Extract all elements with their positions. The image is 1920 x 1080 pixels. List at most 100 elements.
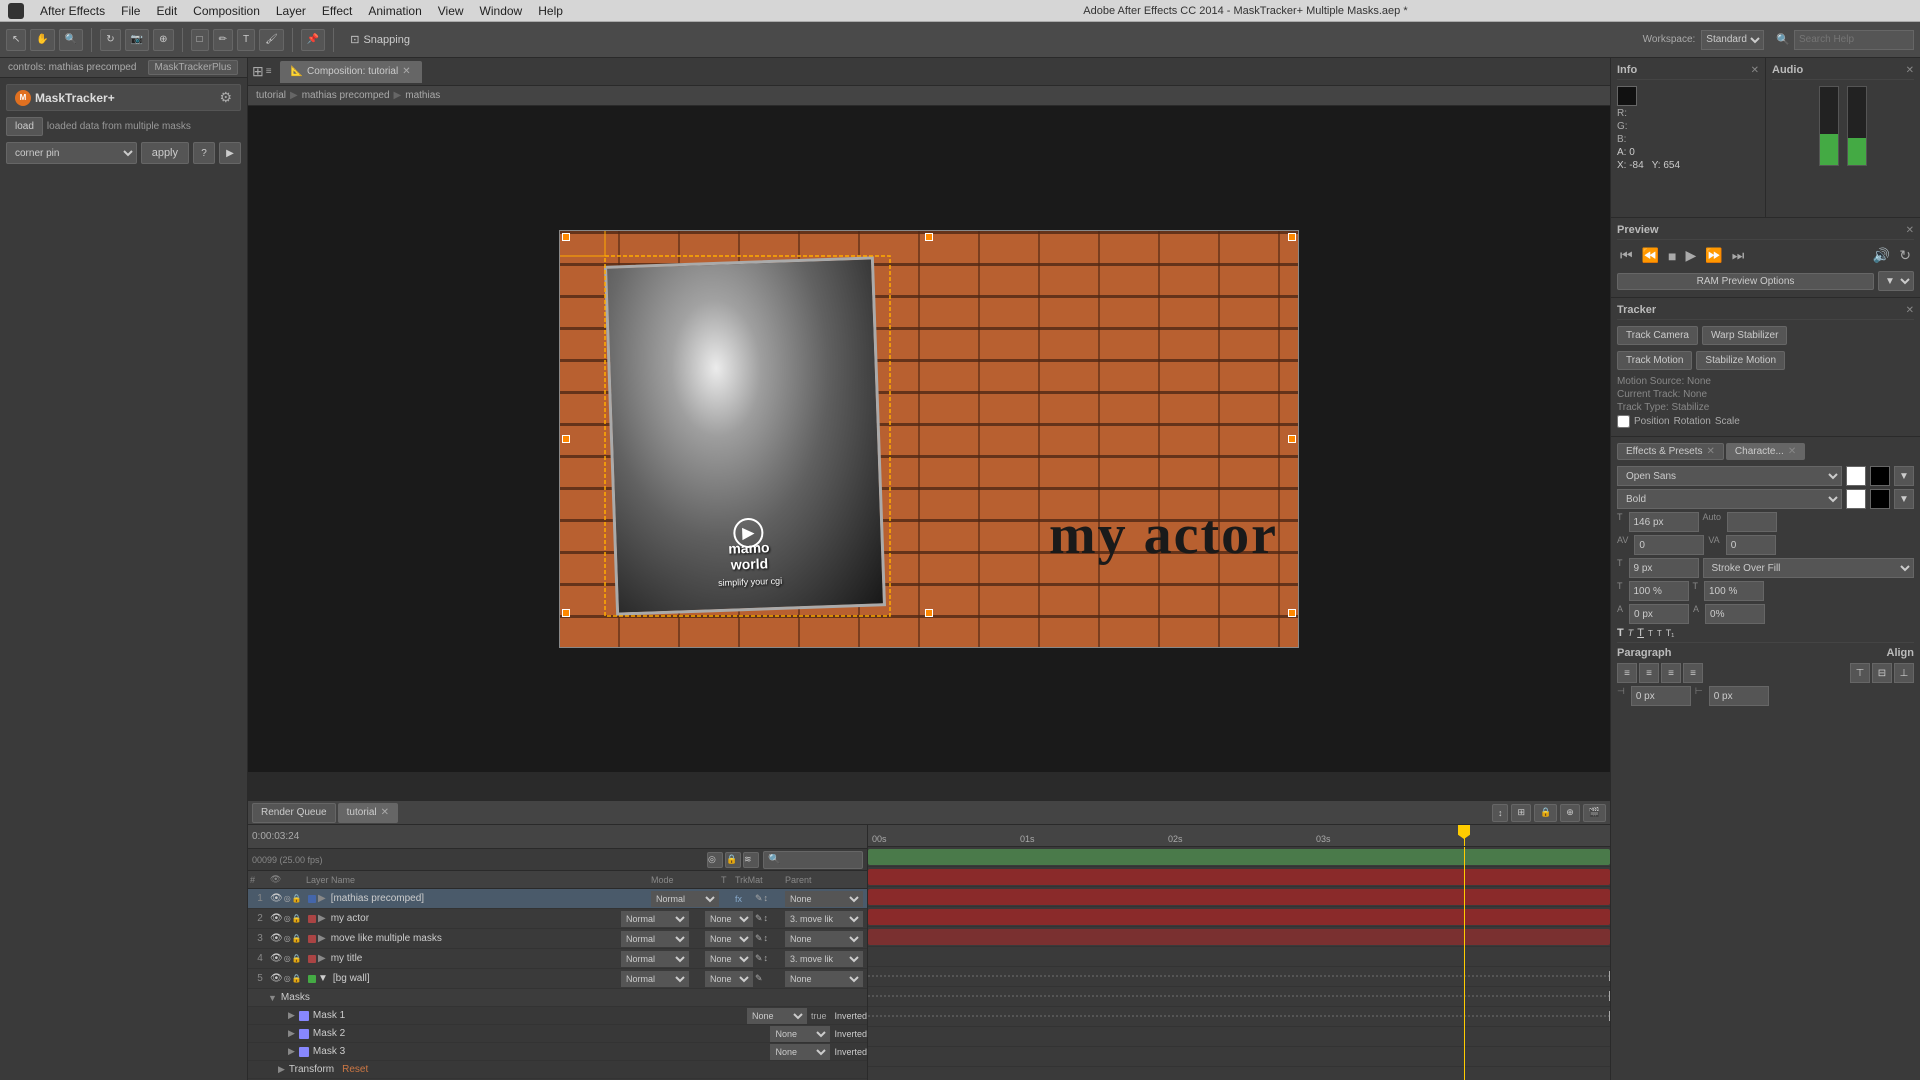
font-size-input[interactable]: 146 px bbox=[1629, 512, 1699, 532]
comp-tab-close[interactable]: ✕ bbox=[402, 66, 410, 77]
tl-control-3[interactable]: 🔒 bbox=[1534, 804, 1557, 822]
indent-left-input[interactable] bbox=[1631, 686, 1691, 706]
layer-1-pencil[interactable]: ✎ bbox=[755, 893, 763, 904]
composition-tab[interactable]: 📐 Composition: tutorial ✕ bbox=[280, 61, 422, 83]
stabilize-motion-button[interactable]: Stabilize Motion bbox=[1696, 351, 1785, 370]
position-check[interactable] bbox=[1617, 415, 1630, 428]
layer-4-solo[interactable]: ◎ bbox=[284, 954, 291, 963]
audio-panel-close[interactable]: ✕ bbox=[1906, 65, 1914, 76]
preview-panel-close[interactable]: ✕ bbox=[1906, 225, 1914, 236]
effects-tab-close[interactable]: ✕ bbox=[1707, 446, 1715, 457]
preview-next-frame[interactable]: ⏩ bbox=[1702, 246, 1725, 265]
menu-help[interactable]: Help bbox=[538, 4, 563, 18]
align-bot-btn[interactable]: ⊥ bbox=[1894, 663, 1914, 683]
h-scale-input[interactable] bbox=[1629, 581, 1689, 601]
layer-5-expand[interactable]: ▼ bbox=[318, 973, 328, 984]
layer-3-solo[interactable]: ◎ bbox=[284, 934, 291, 943]
preview-loop-icon[interactable]: ↻ bbox=[1896, 246, 1914, 265]
character-tab[interactable]: Characte... ✕ bbox=[1726, 443, 1805, 460]
hand-tool[interactable]: ✋ bbox=[30, 29, 54, 51]
corner-handle-rc[interactable] bbox=[1288, 435, 1296, 443]
mask-3-mode-select[interactable]: None bbox=[770, 1044, 830, 1060]
anchor-tool[interactable]: ⊕ bbox=[153, 29, 173, 51]
warp-stabilizer-button[interactable]: Warp Stabilizer bbox=[1702, 326, 1787, 345]
corner-handle-bl[interactable] bbox=[562, 609, 570, 617]
tt-icon-2[interactable]: T bbox=[1628, 628, 1634, 638]
text-tool[interactable]: T bbox=[237, 29, 255, 51]
layer-2-trk-select[interactable]: None bbox=[705, 911, 753, 927]
layer-search-input[interactable] bbox=[763, 851, 863, 869]
layer-2-lock[interactable]: 🔒 bbox=[292, 914, 302, 923]
font-style-select[interactable]: Bold bbox=[1617, 489, 1842, 509]
layer-3-expand[interactable]: ▶ bbox=[318, 933, 326, 944]
tl-control-4[interactable]: ⊕ bbox=[1560, 804, 1580, 822]
tt-icon-4[interactable]: T bbox=[1648, 629, 1653, 638]
layer-row-1[interactable]: 1 👁 ◎ 🔒 ▶ [mathias precomped] bbox=[248, 889, 867, 909]
layer-5-trk-select[interactable]: None bbox=[705, 971, 753, 987]
layer-4-expand[interactable]: ▶ bbox=[318, 953, 326, 964]
layer-1-parent-select[interactable]: None bbox=[785, 891, 863, 907]
corner-handle-br[interactable] bbox=[1288, 609, 1296, 617]
layer-2-solo[interactable]: ◎ bbox=[284, 914, 291, 923]
tsb-input[interactable] bbox=[1726, 535, 1776, 555]
workspace-select[interactable]: Standard bbox=[1701, 30, 1764, 50]
layer-5-mode-select[interactable]: Normal bbox=[621, 971, 689, 987]
corner-handle-tc[interactable] bbox=[925, 233, 933, 241]
layer-5-parent-select[interactable]: None bbox=[785, 971, 863, 987]
mask-row-3[interactable]: ▶ Mask 3 None Inverted bbox=[248, 1043, 867, 1061]
render-queue-tab[interactable]: Render Queue bbox=[252, 803, 336, 823]
menu-layer[interactable]: Layer bbox=[276, 4, 306, 18]
mask-2-expand[interactable]: ▶ bbox=[288, 1028, 295, 1039]
apply-button[interactable]: apply bbox=[141, 142, 189, 164]
track-camera-button[interactable]: Track Camera bbox=[1617, 326, 1698, 345]
solo-icon[interactable]: ◎ bbox=[707, 852, 723, 868]
align-top-btn[interactable]: ⊤ bbox=[1850, 663, 1870, 683]
font-stroke-white[interactable] bbox=[1846, 489, 1866, 509]
corner-handle-tl[interactable] bbox=[562, 233, 570, 241]
rotate-tool[interactable]: ↻ bbox=[100, 29, 120, 51]
mask-1-mode-select[interactable]: None bbox=[747, 1008, 807, 1024]
layer-4-eye[interactable]: 👁 bbox=[270, 953, 283, 964]
layer-5-lock[interactable]: 🔒 bbox=[292, 974, 302, 983]
mask-1-expand[interactable]: ▶ bbox=[288, 1010, 295, 1021]
settings-icon[interactable]: ⚙ bbox=[219, 89, 232, 106]
preview-last-frame[interactable]: ⏭ bbox=[1729, 246, 1748, 265]
font-color-swatch-white[interactable] bbox=[1846, 466, 1866, 486]
justify-btn[interactable]: ≡ bbox=[1683, 663, 1703, 683]
tl-control-1[interactable]: ↕ bbox=[1492, 804, 1509, 822]
layer-3-trk-select[interactable]: None bbox=[705, 931, 753, 947]
tt-icon-6[interactable]: T₁ bbox=[1666, 628, 1675, 638]
auto-input[interactable]: Auto bbox=[1727, 512, 1777, 532]
menu-effect[interactable]: Effect bbox=[322, 4, 352, 18]
tl-control-5[interactable]: 🎬 bbox=[1583, 804, 1606, 822]
layer-3-lock[interactable]: 🔒 bbox=[292, 934, 302, 943]
pen-tool[interactable]: ✏ bbox=[213, 29, 233, 51]
layer-2-pencil[interactable]: ✎ bbox=[755, 913, 763, 924]
corner-pin-select[interactable]: corner pin bbox=[6, 142, 137, 164]
layer-1-expand[interactable]: ▶ bbox=[318, 893, 326, 904]
layer-row-3[interactable]: 3 👁 ◎ 🔒 ▶ move like multiple masks bbox=[248, 929, 867, 949]
camera-tool[interactable]: 📷 bbox=[125, 29, 149, 51]
menu-edit[interactable]: Edit bbox=[156, 4, 177, 18]
transform-reset[interactable]: Reset bbox=[342, 1064, 368, 1075]
breadcrumb-mathias-precomped[interactable]: mathias precomped bbox=[302, 90, 390, 101]
menu-window[interactable]: Window bbox=[480, 4, 523, 18]
preview-audio-icon[interactable]: 🔊 bbox=[1870, 246, 1893, 265]
tutorial-tab-close[interactable]: ✕ bbox=[381, 807, 389, 818]
corner-handle-bc[interactable] bbox=[925, 609, 933, 617]
plugin-tab[interactable]: MaskTrackerPlus bbox=[148, 60, 239, 75]
corner-handle-tr[interactable] bbox=[1288, 233, 1296, 241]
font-name-select[interactable]: Open Sans bbox=[1617, 466, 1842, 486]
layer-4-lock[interactable]: 🔒 bbox=[292, 954, 302, 963]
layer-2-mode-select[interactable]: Normal bbox=[621, 911, 689, 927]
menu-animation[interactable]: Animation bbox=[368, 4, 421, 18]
preview-play[interactable]: ▶ bbox=[1683, 246, 1700, 265]
mask-2-mode-select[interactable]: None bbox=[770, 1026, 830, 1042]
baseline-input[interactable] bbox=[1629, 604, 1689, 624]
layer-3-pencil[interactable]: ✎ bbox=[755, 933, 763, 944]
layer-1-eye[interactable]: 👁 bbox=[270, 893, 283, 904]
align-right-btn[interactable]: ≡ bbox=[1661, 663, 1681, 683]
font-color-swatch-black[interactable] bbox=[1870, 466, 1890, 486]
paint-tool[interactable]: 🖌 bbox=[259, 29, 284, 51]
v-scale-input[interactable] bbox=[1704, 581, 1764, 601]
